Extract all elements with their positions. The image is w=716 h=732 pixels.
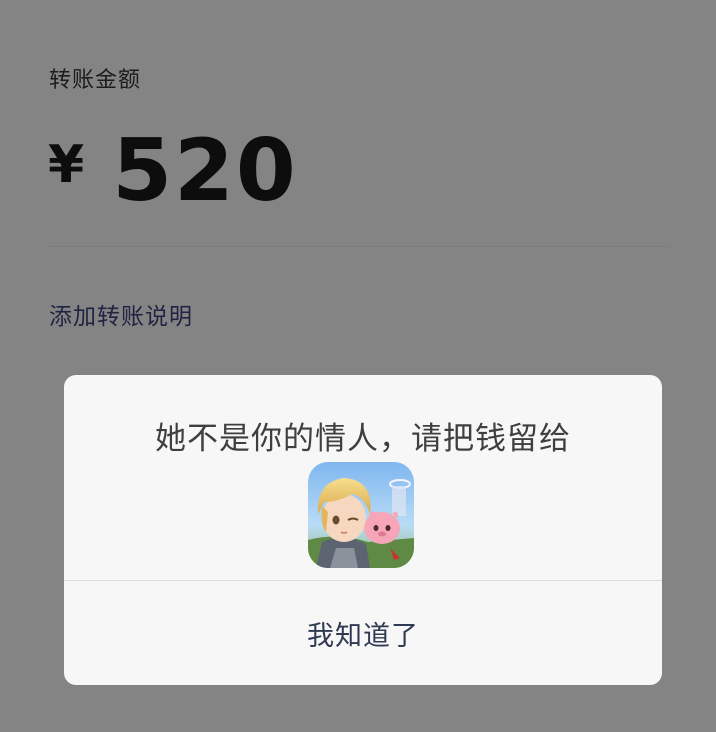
alert-dialog: 她不是你的情人，请把钱留给 我知道了 [64, 375, 662, 685]
game-app-icon [308, 462, 414, 568]
amount-label: 转账金额 [49, 68, 142, 93]
add-transfer-note-link[interactable]: 添加转账说明 [49, 297, 193, 331]
currency-symbol: ¥ [48, 135, 85, 195]
amount-display[interactable]: ¥ 520 [48, 128, 298, 214]
confirm-button[interactable]: 我知道了 [64, 581, 662, 685]
dialog-message: 她不是你的情人，请把钱留给 [155, 421, 571, 457]
amount-divider [49, 246, 669, 247]
amount-value: 520 [112, 121, 298, 221]
